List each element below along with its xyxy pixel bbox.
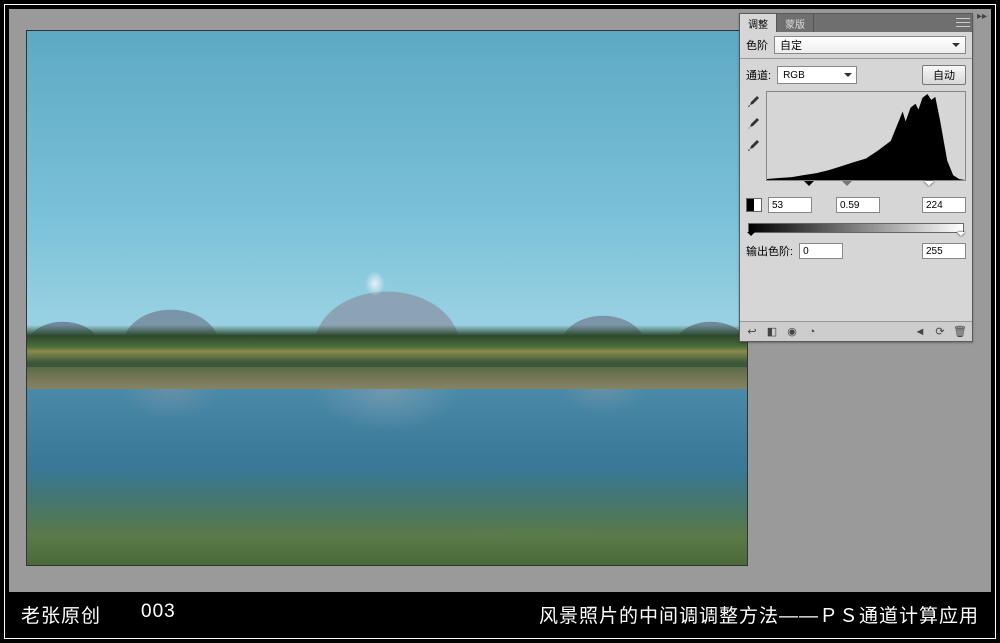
return-arrow-icon[interactable]: ↩ bbox=[744, 324, 760, 340]
tab-masks[interactable]: 蒙版 bbox=[777, 14, 814, 32]
eyedropper-gray-icon[interactable] bbox=[746, 117, 760, 131]
input-slider-track[interactable] bbox=[766, 183, 946, 193]
landscape-image bbox=[27, 31, 747, 565]
reset-icon[interactable]: ⟳ bbox=[932, 324, 948, 340]
collapse-panel-icon[interactable]: ▸▸ bbox=[975, 11, 989, 25]
visibility-icon[interactable]: ◉ bbox=[784, 324, 800, 340]
trash-icon[interactable]: 🗑 bbox=[952, 324, 968, 340]
workspace: ▸▸ 调整 蒙版 色阶 自定 通道: RGB bbox=[9, 9, 991, 593]
adjustment-type-label: 色阶 bbox=[746, 37, 768, 53]
eyedropper-black-icon[interactable] bbox=[746, 95, 760, 109]
highlights-slider[interactable] bbox=[924, 181, 934, 191]
highlights-input[interactable]: 224 bbox=[922, 197, 966, 213]
tab-adjustments[interactable]: 调整 bbox=[740, 14, 777, 32]
histogram-chart[interactable] bbox=[766, 91, 966, 181]
caption-number: 003 bbox=[141, 601, 176, 628]
channel-dropdown[interactable]: RGB bbox=[777, 66, 857, 84]
previous-state-icon[interactable]: ◄ bbox=[912, 324, 928, 340]
auto-button[interactable]: 自动 bbox=[922, 65, 966, 85]
image-canvas[interactable] bbox=[27, 31, 747, 565]
caption-author: 老张原创 bbox=[21, 601, 101, 628]
shadows-input[interactable]: 53 bbox=[768, 197, 812, 213]
midtones-slider[interactable] bbox=[842, 181, 852, 191]
panel-tab-bar: 调整 蒙版 bbox=[740, 14, 972, 32]
panel-footer: ↩ ◧ ◉ ◔ ◄ ⟳ 🗑 bbox=[740, 321, 972, 341]
caption-title: 风景照片的中间调调整方法——ＰＳ通道计算应用 bbox=[539, 601, 979, 628]
panel-menu-icon[interactable] bbox=[956, 16, 970, 28]
preset-value: 自定 bbox=[780, 37, 802, 53]
output-white-input[interactable]: 255 bbox=[922, 243, 966, 259]
eyedropper-white-icon[interactable] bbox=[746, 139, 760, 153]
midtones-input[interactable]: 0.59 bbox=[836, 197, 880, 213]
channel-label: 通道: bbox=[746, 67, 771, 83]
output-levels-label: 输出色阶: bbox=[746, 243, 793, 259]
shadows-slider[interactable] bbox=[804, 181, 814, 191]
output-black-slider[interactable] bbox=[747, 232, 755, 240]
preset-dropdown[interactable]: 自定 bbox=[774, 36, 966, 54]
output-gradient[interactable] bbox=[748, 223, 964, 233]
adjustments-panel: 调整 蒙版 色阶 自定 通道: RGB 自动 bbox=[739, 13, 973, 342]
output-black-input[interactable]: 0 bbox=[799, 243, 843, 259]
clip-preview-icon[interactable] bbox=[746, 198, 762, 212]
toggle-layer-icon[interactable]: ◧ bbox=[764, 324, 780, 340]
channel-value: RGB bbox=[783, 70, 805, 81]
output-white-slider[interactable] bbox=[957, 232, 965, 240]
clip-icon[interactable]: ◔ bbox=[804, 324, 820, 340]
caption-bar: 老张原创 003 风景照片的中间调调整方法——ＰＳ通道计算应用 bbox=[9, 594, 991, 634]
